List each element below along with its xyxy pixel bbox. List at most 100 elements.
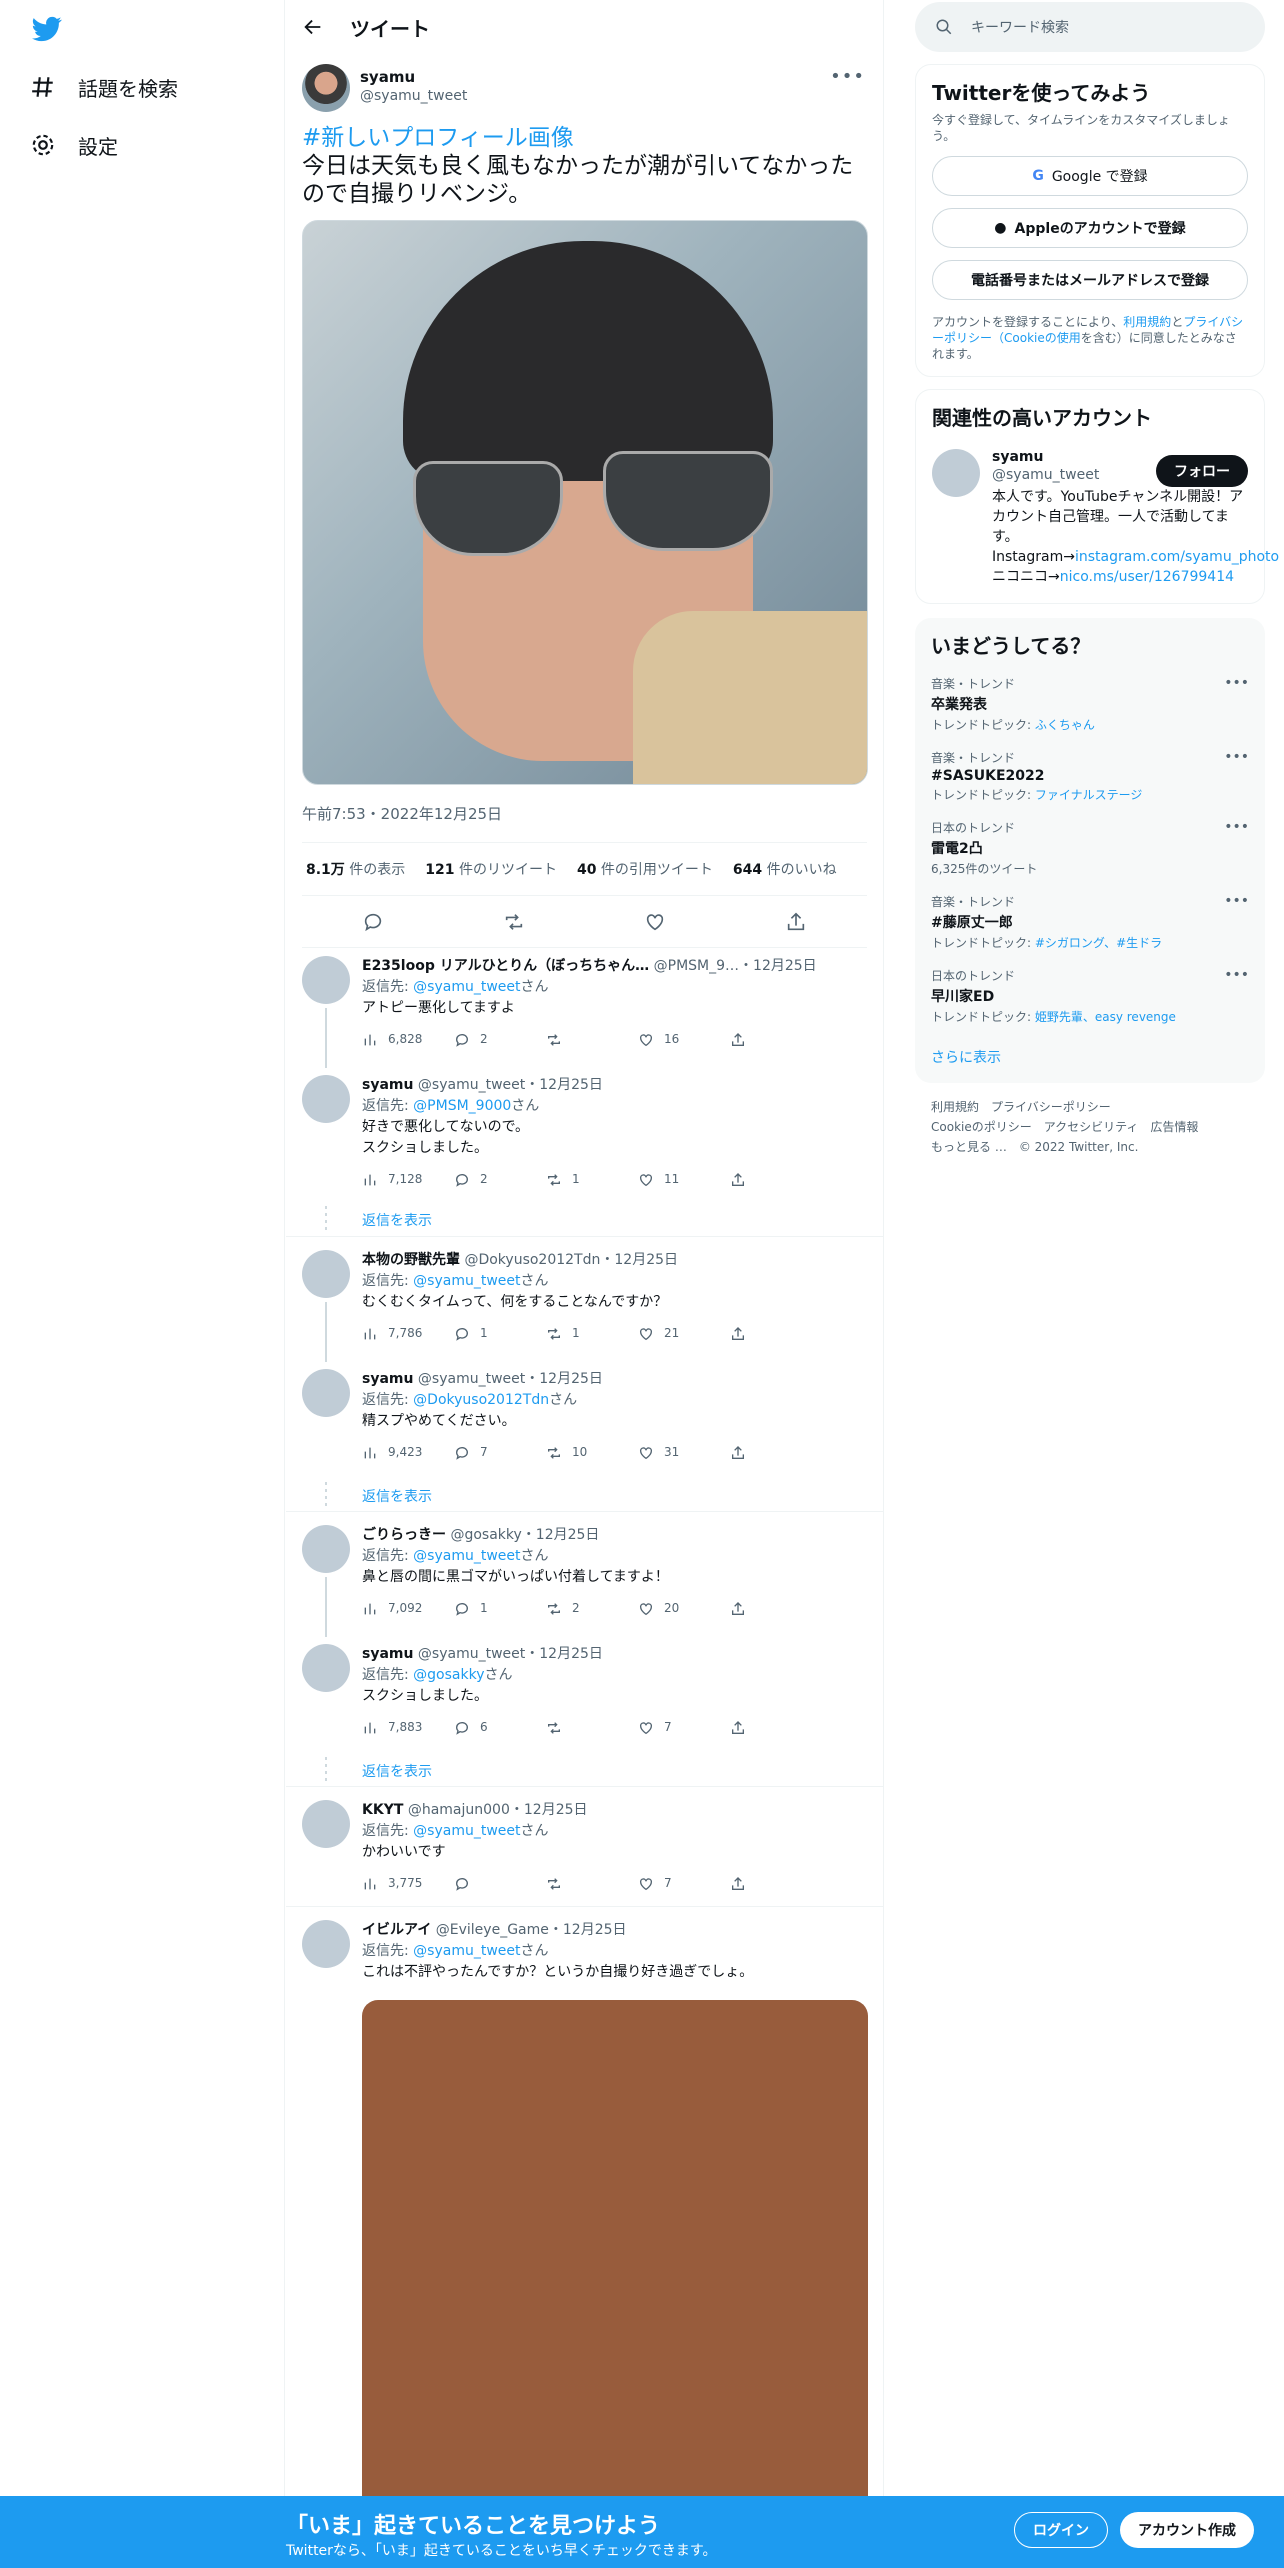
footer-line-1[interactable]: 利用規約 プライバシーポリシー: [931, 1097, 1249, 1117]
hashtag-link[interactable]: #新しいプロフィール画像: [302, 124, 867, 152]
reply-stat[interactable]: 2: [454, 1169, 546, 1190]
reply-author-handle[interactable]: @syamu_tweet: [418, 1077, 525, 1093]
avatar[interactable]: [302, 956, 350, 1004]
show-replies-link[interactable]: 返信を表示: [362, 1486, 432, 1506]
footer-line-2[interactable]: Cookieのポリシー アクセシビリティ 広告情報: [931, 1117, 1249, 1137]
google-signup-button[interactable]: G Google で登録: [932, 156, 1248, 196]
retweet-stat[interactable]: 10: [546, 1442, 638, 1463]
reply-author-handle[interactable]: @Evileye_Game: [436, 1922, 549, 1938]
views-stat[interactable]: 9,423: [362, 1442, 454, 1463]
show-replies-link[interactable]: 返信を表示: [362, 1761, 432, 1781]
author-name[interactable]: syamu: [360, 68, 467, 86]
reply-icon[interactable]: [362, 911, 384, 933]
reply-author-handle[interactable]: @hamajun000: [408, 1802, 510, 1818]
retweet-stat[interactable]: 1: [546, 1169, 638, 1190]
retweet-stat[interactable]: [546, 1873, 638, 1894]
like-stat[interactable]: 20: [638, 1598, 730, 1619]
retweet-stat[interactable]: [546, 1717, 638, 1738]
avatar[interactable]: [302, 1920, 350, 1968]
reply-author-name[interactable]: ごりらっきー: [362, 1527, 446, 1543]
reply-stat[interactable]: 2: [454, 1029, 546, 1050]
reply-date[interactable]: ・12月25日: [525, 1077, 603, 1093]
reply-date[interactable]: ・12月25日: [525, 1646, 603, 1662]
trend-item[interactable]: 音楽・トレンド #藤原丈一郎 トレンドトピック: #シガロング、#生ドラ •••: [931, 893, 1249, 951]
reply-author-handle[interactable]: @Dokyuso2012Tdn: [464, 1252, 600, 1268]
reply-author-handle[interactable]: @syamu_tweet: [418, 1646, 525, 1662]
tweet-photo[interactable]: [302, 220, 868, 785]
reply-stat[interactable]: 6: [454, 1717, 546, 1738]
share-stat[interactable]: [730, 1873, 822, 1894]
search-box[interactable]: キーワード検索: [915, 2, 1265, 52]
share-stat[interactable]: [730, 1169, 822, 1190]
reply-stat[interactable]: 7: [454, 1442, 546, 1463]
share-stat[interactable]: [730, 1598, 822, 1619]
reply-image[interactable]: [362, 2000, 868, 2520]
signup-button[interactable]: アカウント作成: [1120, 2512, 1254, 2548]
more-options-icon[interactable]: •••: [1224, 749, 1249, 765]
like-stat[interactable]: 7: [638, 1873, 730, 1894]
reply-date[interactable]: ・12月25日: [600, 1252, 678, 1268]
more-options-icon[interactable]: •••: [1224, 675, 1249, 691]
avatar[interactable]: [302, 1075, 350, 1123]
avatar[interactable]: [302, 1369, 350, 1417]
views-stat[interactable]: 3,775: [362, 1873, 454, 1894]
trend-item[interactable]: 日本のトレンド 早川家ED トレンドトピック: 姫野先輩、easy revenge •…: [931, 967, 1249, 1025]
like-stat[interactable]: 31: [638, 1442, 730, 1463]
stat-quotes[interactable]: 40 件の引用ツイート: [577, 859, 713, 879]
share-stat[interactable]: [730, 1323, 822, 1344]
more-options-icon[interactable]: •••: [1224, 893, 1249, 909]
more-options-icon[interactable]: •••: [1224, 967, 1249, 983]
related-account[interactable]: syamu @syamu_tweet フォロー 本人です。YouTubeチャンネ…: [932, 449, 1279, 589]
show-more-link[interactable]: さらに表示: [931, 1047, 1249, 1067]
stat-retweets[interactable]: 121 件のリツイート: [425, 859, 557, 879]
terms-link[interactable]: 利用規約: [1123, 315, 1171, 329]
author-handle[interactable]: @syamu_tweet: [360, 88, 467, 104]
stat-views[interactable]: 8.1万 件の表示: [306, 859, 405, 879]
stat-likes[interactable]: 644 件のいいね: [733, 859, 837, 879]
views-stat[interactable]: 7,092: [362, 1598, 454, 1619]
trend-item[interactable]: 音楽・トレンド 卒業発表 トレンドトピック: ふくちゃん •••: [931, 675, 1249, 733]
reply-to-link[interactable]: @Dokyuso2012Tdn: [413, 1392, 549, 1408]
login-button[interactable]: ログイン: [1014, 2512, 1108, 2548]
reply-to-link[interactable]: @syamu_tweet: [413, 1548, 520, 1564]
avatar[interactable]: [302, 1525, 350, 1573]
reply-author-handle[interactable]: @syamu_tweet: [418, 1371, 525, 1387]
reply-author-name[interactable]: syamu: [362, 1371, 413, 1387]
like-icon[interactable]: [644, 911, 666, 933]
reply-author-name[interactable]: イビルアイ: [362, 1922, 431, 1938]
reply-to-link[interactable]: @syamu_tweet: [413, 1943, 520, 1959]
reply-author-name[interactable]: syamu: [362, 1646, 413, 1662]
reply-date[interactable]: ・12月25日: [739, 958, 817, 974]
phone-signup-button[interactable]: 電話番号またはメールアドレスで登録: [932, 260, 1248, 300]
reply-date[interactable]: ・12月25日: [549, 1922, 627, 1938]
share-stat[interactable]: [730, 1029, 822, 1050]
footer-line-3[interactable]: もっと見る … © 2022 Twitter, Inc.: [931, 1137, 1249, 1157]
share-stat[interactable]: [730, 1717, 822, 1738]
more-options-icon[interactable]: •••: [1224, 819, 1249, 835]
reply-author-name[interactable]: syamu: [362, 1077, 413, 1093]
apple-signup-button[interactable]: ● Appleのアカウントで登録: [932, 208, 1248, 248]
views-stat[interactable]: 7,128: [362, 1169, 454, 1190]
reply-author-name[interactable]: KKYT: [362, 1802, 403, 1818]
instagram-link[interactable]: instagram.com/syamu_photo: [1075, 549, 1279, 565]
follow-button[interactable]: フォロー: [1156, 455, 1248, 487]
reply-date[interactable]: ・12月25日: [510, 1802, 588, 1818]
reply-author-handle[interactable]: @PMSM_9…: [654, 958, 739, 974]
reply-to-link[interactable]: @syamu_tweet: [413, 1823, 520, 1839]
avatar[interactable]: [302, 1644, 350, 1692]
like-stat[interactable]: 21: [638, 1323, 730, 1344]
reply-author-handle[interactable]: @gosakky: [450, 1527, 521, 1543]
retweet-icon[interactable]: [503, 911, 525, 933]
tweet-timestamp[interactable]: 午前7:53・2022年12月25日: [286, 785, 883, 842]
reply-stat[interactable]: [454, 1873, 546, 1894]
retweet-stat[interactable]: [546, 1029, 638, 1050]
views-stat[interactable]: 7,786: [362, 1323, 454, 1344]
reply-to-link[interactable]: @PMSM_9000: [413, 1098, 511, 1114]
reply-stat[interactable]: 1: [454, 1598, 546, 1619]
reply-author-name[interactable]: E235loop リアルひとりん（ぼっちちゃん…: [362, 958, 649, 974]
back-arrow-icon[interactable]: [302, 16, 324, 38]
more-options-icon[interactable]: •••: [830, 66, 865, 87]
reply-date[interactable]: ・12月25日: [522, 1527, 600, 1543]
avatar[interactable]: [302, 64, 350, 112]
avatar[interactable]: [302, 1800, 350, 1848]
